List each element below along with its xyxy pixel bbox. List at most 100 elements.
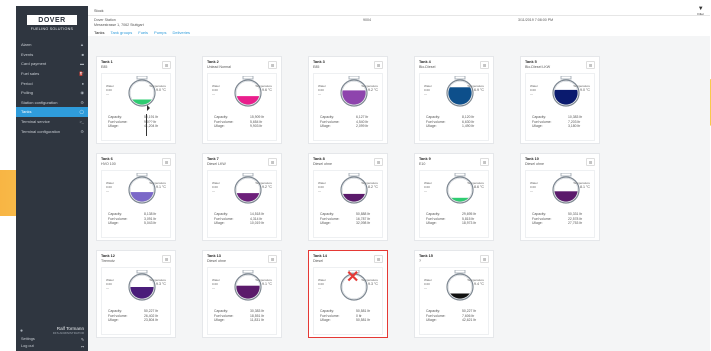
temperature-value: 9.1 °C: [261, 282, 272, 286]
user-profile[interactable]: ● Ralf Tormann DFS ADMINISTRATOR: [16, 326, 88, 335]
tank-neck: [560, 173, 572, 177]
sidebar-item-label: Card payment: [21, 61, 47, 67]
tab-deliveries[interactable]: Deliveries: [172, 30, 190, 35]
water-unit-line: —: [106, 286, 109, 290]
tank-stats: Capacity: 30,383 ltr Fuel volume: 18,551 lt…: [214, 309, 274, 323]
sidebar-item-station-configuration[interactable]: Station configuration ⚙: [16, 98, 88, 108]
settings-link[interactable]: Settings ✎: [16, 337, 88, 342]
tank-neck: [242, 173, 254, 177]
card-menu-button[interactable]: ☰: [374, 255, 383, 263]
card-header: Tank 6 HVO 100 ☰: [97, 154, 175, 168]
tank-card[interactable]: Tank 1 E85 ☰ Water 0.00— Temperature 9.0 °C Cap…: [96, 56, 176, 144]
temperature-value: 9.6 °C: [261, 88, 272, 92]
filter-button[interactable]: ▼ Filter: [697, 6, 704, 16]
temperature-readout: Temperature 9.2 °C: [361, 84, 378, 92]
sidebar-item-card-payment[interactable]: Card payment ▬: [16, 59, 88, 69]
tank-card[interactable]: Tank 14 Diesel ☰ Water 0.00— ✕ Temperature 9.3 …: [308, 250, 388, 338]
menu-icon: ☰: [588, 62, 593, 68]
water-unit-line: —: [424, 92, 427, 96]
ullage-label: Ullage:: [426, 124, 437, 129]
ullage-value: 10,019 ltr: [250, 221, 265, 226]
sidebar-item-fuel-sales[interactable]: Fuel sales ⛽: [16, 69, 88, 79]
tank-card[interactable]: Tank 9 E10 ☰ Water 0.00— Temperature 8.6 °C Cap…: [414, 153, 494, 241]
tank-product: E85: [101, 65, 108, 69]
card-menu-button[interactable]: ☰: [374, 61, 383, 69]
tank-stats: Capacity: 50,331 ltr Fuel volume: 22,578 lt…: [532, 212, 592, 226]
tank-product: E10: [419, 162, 426, 166]
card-menu-button[interactable]: ☰: [162, 158, 171, 166]
tank-visual: Water 0.00— Temperature 9.1 °C Capacity: 8,13…: [101, 170, 171, 238]
tank-title: Tank 15: [419, 254, 433, 258]
tank-title: Tank 4: [419, 60, 431, 64]
tank-card[interactable]: Tank 7 Diesel LKW ☰ Water 0.00— Temperature 9.…: [202, 153, 282, 241]
card-menu-button[interactable]: ☰: [586, 61, 595, 69]
sidebar-item-period[interactable]: Period ●: [16, 78, 88, 88]
temperature-value: 8.6 °C: [473, 185, 484, 189]
sidebar-item-polling[interactable]: Polling ◉: [16, 88, 88, 98]
main-content: Stock ▼ Filter Dover Station Messestrass…: [88, 6, 710, 351]
tank-card[interactable]: Tank 13 Diesel ohne ☰ Water 0.00— Temperature…: [202, 250, 282, 338]
water-readout: Water 0.00—: [106, 84, 114, 96]
ullage-label: Ullage:: [320, 318, 331, 323]
tank-neck: [348, 76, 360, 80]
sidebar-item-label: Station configuration: [21, 99, 58, 105]
logout-link[interactable]: Log out ↦: [16, 344, 88, 349]
tab-fuels[interactable]: Fuels: [138, 30, 148, 35]
water-unit-line: —: [530, 92, 533, 96]
card-menu-button[interactable]: ☰: [374, 158, 383, 166]
collapse-handle-icon[interactable]: [147, 105, 150, 111]
tank-card[interactable]: Tank 15? ☰ Water 0.00— Temperature 9.4 °C Capa…: [414, 250, 494, 338]
tank-title: Tank 2: [207, 60, 219, 64]
sidebar-item-alarm[interactable]: Alarm ▲: [16, 40, 88, 50]
card-menu-button[interactable]: ☰: [268, 61, 277, 69]
sidebar-item-events[interactable]: Events ■: [16, 50, 88, 60]
card-menu-button[interactable]: ☰: [162, 61, 171, 69]
sidebar-item-terminal-service[interactable]: Terminal service >_: [16, 117, 88, 127]
sidebar-item-tanks[interactable]: Tanks ◯: [16, 107, 88, 117]
card-header: Tank 9 E10 ☰: [415, 154, 493, 168]
tank-product: Diesel ohne: [207, 259, 226, 263]
tank-card[interactable]: Tank 4 Bio-Diesel ☰ Water 0.00— Temperature 6.…: [414, 56, 494, 144]
temperature-value: 9.4 °C: [473, 282, 484, 286]
tab-tanks[interactable]: Tanks: [94, 30, 104, 35]
card-menu-button[interactable]: ☰: [268, 158, 277, 166]
water-unit-line: —: [106, 189, 109, 193]
tab-tank-groups[interactable]: Tank groups: [110, 30, 132, 35]
tank-neck: [242, 76, 254, 80]
ullage-value: 42,621 ltr: [462, 318, 477, 323]
tank-title: Tank 6: [101, 157, 113, 161]
water-unit-line: —: [318, 92, 321, 96]
water-readout: Water 0.00—: [212, 278, 220, 290]
tank-product: E85: [313, 65, 320, 69]
menu-icon: ☰: [270, 256, 275, 262]
tank-card[interactable]: Tank 12 Tiremotz ☰ Water 0.00— Temperature 9.3…: [96, 250, 176, 338]
tank-gauge: [128, 76, 156, 107]
tank-card[interactable]: Tank 3 E85 ☰ Water 0.00— Temperature 9.2 °C Cap…: [308, 56, 388, 144]
card-menu-button[interactable]: ☰: [480, 255, 489, 263]
card-menu-button[interactable]: ☰: [480, 61, 489, 69]
tank-card[interactable]: Tank 6 HVO 100 ☰ Water 0.00— Temperature 9.1 °…: [96, 153, 176, 241]
tank-gauge: [340, 173, 368, 204]
tank-card[interactable]: Tank 8 Diesel ohne ☰ Water 0.00— Temperature 8…: [308, 153, 388, 241]
resize-handle[interactable]: [146, 114, 147, 136]
tank-card[interactable]: Tank 2 Unlead Normal ☰ Water 0.00— Temperatur…: [202, 56, 282, 144]
ullage-value: 32,098 ltr: [356, 221, 371, 226]
ullage-label: Ullage:: [532, 124, 543, 129]
card-menu-button[interactable]: ☰: [162, 255, 171, 263]
card-menu-button[interactable]: ☰: [586, 158, 595, 166]
temperature-readout: Temperature 9.1 °C: [149, 181, 166, 189]
tank-card[interactable]: Tank 10 Diesel ohne ☰ Water 0.00— Temperature…: [520, 153, 600, 241]
tab-pumps[interactable]: Pumps: [154, 30, 166, 35]
temperature-readout: Temperature 8.2 °C: [361, 181, 378, 189]
tank-stats: Capacity: 50,581 ltr Fuel volume: 0 ltr Ulla…: [320, 309, 380, 323]
ullage-label: Ullage:: [320, 124, 331, 129]
sidebar-item-terminal-configuration[interactable]: Terminal configuration ⚙: [16, 126, 88, 136]
tank-card[interactable]: Tank 5 Bio-Diesel LKW ☰ Water 0.00— Temperatu…: [520, 56, 600, 144]
card-menu-button[interactable]: ☰: [480, 158, 489, 166]
card-menu-button[interactable]: ☰: [268, 255, 277, 263]
ullage-value: 2,099 ltr: [356, 124, 369, 129]
menu-icon: ☰: [376, 159, 381, 165]
tank-product: HVO 100: [101, 162, 116, 166]
menu-icon: ☰: [270, 159, 275, 165]
water-unit-line: —: [424, 189, 427, 193]
